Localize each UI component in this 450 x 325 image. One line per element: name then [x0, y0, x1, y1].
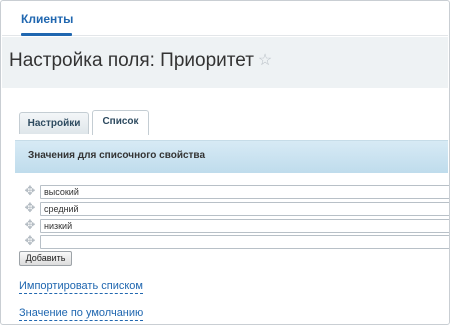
star-icon[interactable]: ☆ — [258, 50, 272, 70]
page-title: Настройка поля: Приоритет ☆ — [9, 50, 272, 72]
page-header: Настройка поля: Приоритет ☆ — [2, 37, 448, 88]
app-window: Клиенты Настройка поля: Приоритет ☆ Настр… — [0, 0, 450, 325]
add-button[interactable]: Добавить — [19, 251, 72, 266]
page-title-text: Настройка поля: Приоритет — [9, 50, 254, 71]
top-navigation: Клиенты — [2, 2, 448, 36]
drag-handle-icon[interactable]: ✥ — [23, 201, 37, 215]
drag-handle-icon[interactable]: ✥ — [23, 184, 37, 198]
main-content: Настройки Список Значения для списочного… — [2, 88, 449, 323]
active-tab-indicator — [21, 33, 72, 36]
nav-tab-clients[interactable]: Клиенты — [21, 12, 73, 26]
section-header: Значения для списочного свойства — [15, 140, 448, 173]
section-title: Значения для списочного свойства — [28, 150, 206, 161]
value-input[interactable] — [40, 185, 449, 199]
drag-handle-icon[interactable]: ✥ — [23, 234, 37, 248]
value-input[interactable] — [40, 202, 449, 216]
tab-list[interactable]: Список — [92, 110, 149, 135]
default-value-link[interactable]: Значение по умолчанию — [19, 307, 144, 321]
import-list-link[interactable]: Импортировать списком — [19, 280, 143, 294]
value-input[interactable] — [40, 219, 449, 233]
value-input[interactable] — [40, 235, 449, 249]
drag-handle-icon[interactable]: ✥ — [23, 218, 37, 232]
tab-settings[interactable]: Настройки — [19, 112, 89, 134]
